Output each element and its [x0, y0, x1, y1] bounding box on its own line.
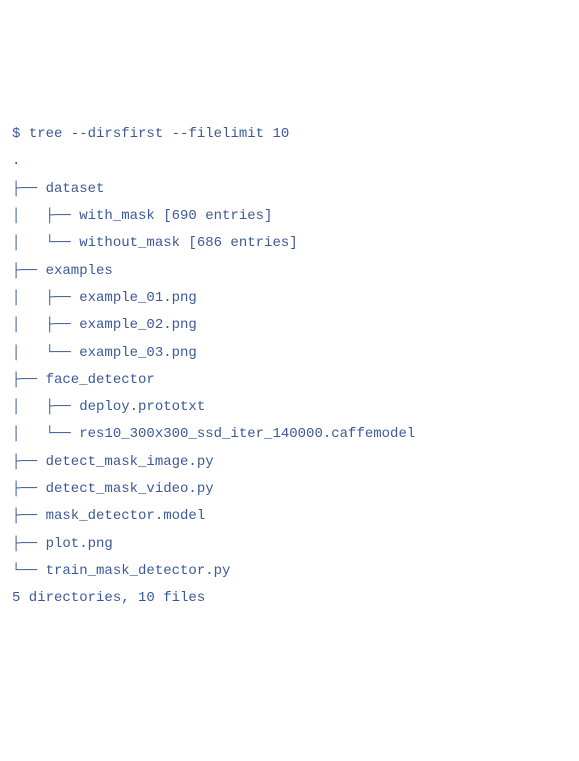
tree-root: .	[12, 148, 567, 175]
command-line: $ tree --dirsfirst --filelimit 10	[12, 121, 567, 148]
tree-summary: 5 directories, 10 files	[12, 585, 567, 612]
command-text: tree --dirsfirst --filelimit 10	[29, 126, 289, 142]
prompt-symbol: $	[12, 126, 20, 142]
tree-body: ├── dataset │ ├── with_mask [690 entries…	[12, 181, 415, 579]
